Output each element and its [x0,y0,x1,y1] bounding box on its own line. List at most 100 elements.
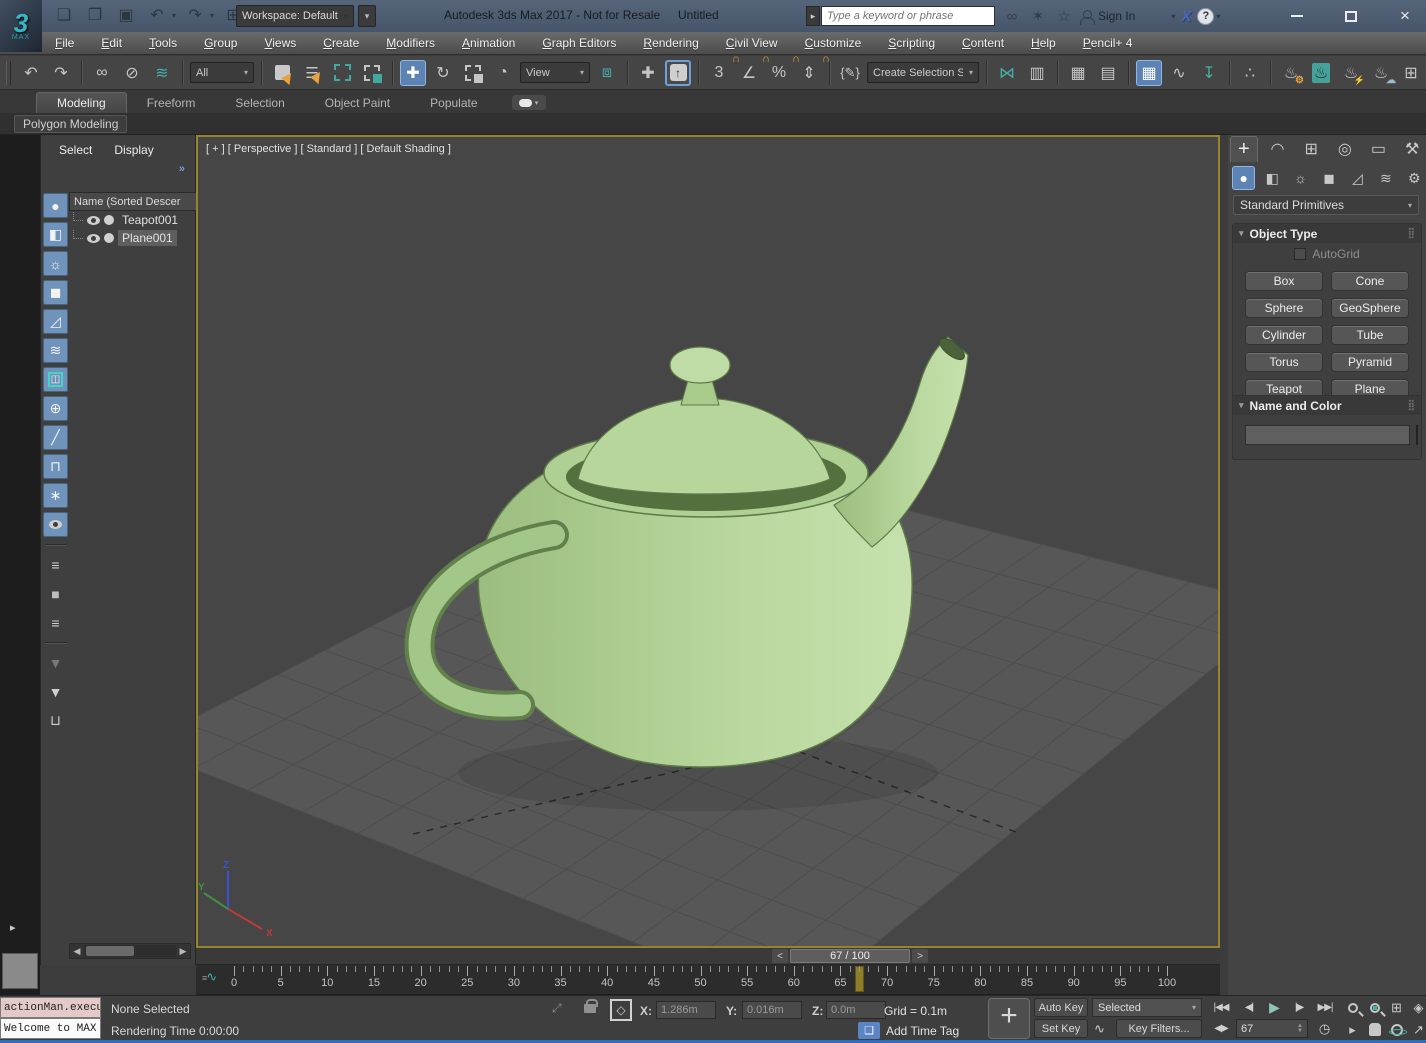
next-frame-button[interactable]: |▶ [1288,998,1310,1017]
layer-explorer-button[interactable]: ▦ [1065,60,1091,86]
use-pivot-point-center-button[interactable]: ⧈ [594,60,620,86]
detail-view-button[interactable]: ≡ [43,610,68,635]
select-by-name-button[interactable]: ☰ [299,60,325,86]
window-crossing-toggle[interactable] [359,60,385,86]
selection-filter-dropdown[interactable]: All ▾ [190,62,254,83]
display-shapes-toggle[interactable]: ◧ [43,222,68,247]
name-column-header[interactable]: Name (Sorted Descer [69,192,197,211]
expand-dock-arrow[interactable]: ▸ [10,921,16,934]
add-time-tag-button[interactable]: Add Time Tag [886,1024,959,1038]
name-color-rollout-header[interactable]: ▾ Name and Color ⣿ [1233,396,1421,415]
menu-civil-view[interactable]: Civil View [726,36,778,50]
renderable-dot-icon[interactable] [104,233,114,243]
selection-lock-icon[interactable] [584,1004,596,1013]
track-bar[interactable]: ≡∿ 0510152025303540455055606570758085909… [196,965,1220,995]
object-type-box[interactable]: Box [1245,271,1323,291]
communication-center-icon[interactable]: ✶ [1028,7,1048,25]
keyboard-shortcut-override-toggle[interactable]: ↑ [665,60,691,86]
display-xrefs-toggle[interactable]: ⊕ [43,396,68,421]
reference-coordinate-system-dropdown[interactable]: View ▾ [520,62,590,83]
minimize-button[interactable] [1284,3,1310,29]
explorer-menu-select[interactable]: Select [59,143,92,157]
ribbon-tab-freeform[interactable]: Freeform [127,93,216,113]
set-keys-button[interactable]: + [988,998,1030,1039]
pan-hand-icon[interactable] [1364,1019,1385,1040]
select-object-button[interactable] [269,60,295,86]
ribbon-tab-modeling[interactable]: Modeling [36,92,127,113]
scroll-thumb[interactable] [86,946,134,956]
select-and-manipulate-button[interactable]: ✚ [635,60,661,86]
go-to-end-button[interactable]: ▶▶| [1312,998,1338,1017]
redo-button[interactable]: ↷ [183,3,207,27]
scroll-right-arrow[interactable]: ▶ [176,946,190,957]
filter-config-button[interactable]: ▼ [43,650,68,675]
help-icon[interactable]: ? [1197,8,1214,25]
category-shapes-button[interactable]: ◧ [1260,166,1283,190]
menu-animation[interactable]: Animation [462,36,515,50]
tab-modify[interactable]: ◠ [1264,136,1292,162]
manage-layers-button[interactable]: ▤ [1095,60,1121,86]
tab-create[interactable]: + [1230,136,1258,162]
tab-hierarchy[interactable]: ⊞ [1297,136,1325,162]
schematic-view-button[interactable]: ↧ [1196,60,1222,86]
orbit-icon[interactable] [1386,1019,1407,1040]
zoom-icon[interactable] [1342,997,1363,1018]
menu-edit[interactable]: Edit [101,36,122,50]
previous-frame-slider-button[interactable]: < [772,949,788,963]
current-frame-field[interactable]: 67 ▲▼ [1236,1019,1308,1038]
3ds-max-logo[interactable]: 3 MAX [0,0,42,52]
menu-modifiers[interactable]: Modifiers [386,36,435,50]
zoom-extents-icon[interactable]: ⊞ [1386,997,1407,1018]
search-flyout-button[interactable]: ▸ [806,6,820,26]
new-file-button[interactable]: ❏ [52,3,76,27]
snapshot-tools-button[interactable]: ∴ [1237,60,1263,86]
display-bones-toggle[interactable]: ╱ [43,425,68,450]
field-of-view-icon[interactable]: ◈ [1408,997,1426,1018]
layer-square-button[interactable]: ■ [43,581,68,606]
auto-key-button[interactable]: Auto Key [1034,998,1088,1017]
play-button[interactable]: ▶ [1262,998,1286,1017]
display-hidden-toggle[interactable] [43,512,68,537]
z-coordinate-field[interactable]: 0.0m [826,1001,886,1019]
display-helpers-toggle[interactable]: ◿ [43,309,68,334]
snaps-toggle-3d[interactable]: 3∩ [706,60,732,86]
open-mini-curve-editor-icon[interactable]: ≡∿ [202,969,217,985]
display-containers-toggle[interactable]: ⊓ [43,454,68,479]
ribbon-tab-selection[interactable]: Selection [215,93,304,113]
material-editor-button[interactable]: ⊞ [1398,60,1424,86]
perspective-viewport[interactable]: [ + ] [ Perspective ] [ Standard ] [ Def… [196,135,1220,948]
save-file-button[interactable]: ▣ [114,3,138,27]
frame-spinner[interactable]: ▲▼ [1297,1024,1303,1034]
search-input[interactable] [821,6,995,26]
polygon-modeling-panel-button[interactable]: Polygon Modeling [14,115,127,133]
edit-named-selection-sets-button[interactable]: {✎} [837,60,863,86]
mirror-button[interactable]: ⋈ [994,60,1020,86]
menu-help[interactable]: Help [1031,36,1056,50]
select-and-place-button[interactable]: ◔ [490,60,516,86]
time-configuration-button[interactable]: ◷ [1312,1019,1336,1038]
category-helpers-button[interactable]: ◿ [1346,166,1369,190]
display-spacewarps-toggle[interactable]: ≋ [43,338,68,363]
visibility-eye-icon[interactable] [87,234,100,243]
maxscript-mini-listener[interactable]: actionMan.execut Welcome to MAX [0,997,101,1039]
object-type-tube[interactable]: Tube [1331,325,1409,345]
category-cameras-button[interactable]: ◼ [1317,166,1340,190]
visibility-eye-icon[interactable] [87,216,100,225]
sign-in-button[interactable]: Sign In [1098,9,1135,23]
tab-motion[interactable]: ◎ [1331,136,1359,162]
align-button[interactable]: ▥ [1024,60,1050,86]
absolute-mode-transform-button[interactable]: ◇ [610,999,632,1021]
named-selection-sets-dropdown[interactable]: Create Selection Se ▾ [867,62,979,83]
object-type-cone[interactable]: Cone [1331,271,1409,291]
renderable-dot-icon[interactable] [104,215,114,225]
category-lights-button[interactable]: ☼ [1289,166,1312,190]
help-caret[interactable]: ▾ [1216,12,1220,21]
menu-group[interactable]: Group [204,36,237,50]
scroll-left-arrow[interactable]: ◀ [70,946,84,957]
menu-graph-editors[interactable]: Graph Editors [542,36,616,50]
container-view-button[interactable]: ⊔ [43,708,68,733]
menu-customize[interactable]: Customize [805,36,862,50]
undo-dropdown-caret[interactable]: ▾ [172,11,176,20]
display-geometry-toggle[interactable]: ● [43,193,68,218]
ribbon-config-button[interactable]: ▾ [512,95,546,110]
